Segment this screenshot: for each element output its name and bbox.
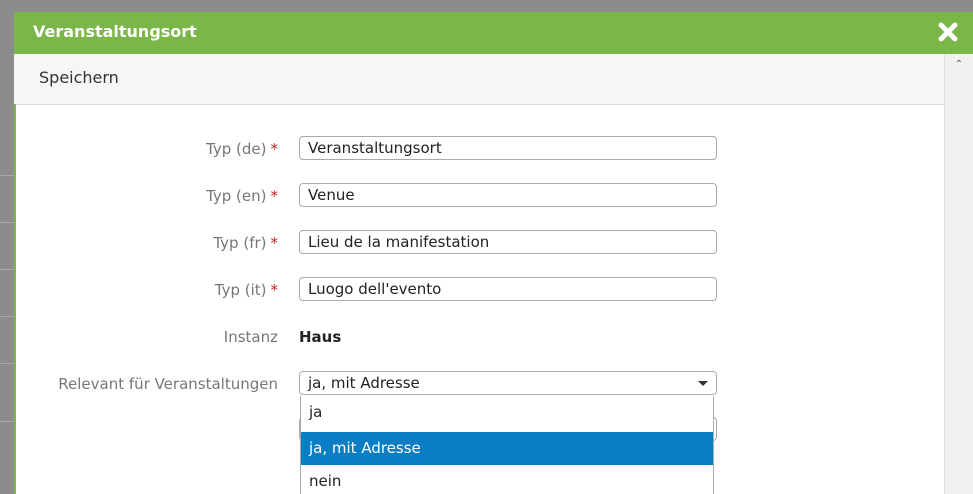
- save-button[interactable]: Speichern: [39, 68, 119, 87]
- required-marker: *: [270, 187, 279, 205]
- type-it-label: Typ (it) *: [214, 281, 279, 299]
- type-de-input[interactable]: Veranstaltungsort: [299, 136, 717, 160]
- dropdown-option-selected[interactable]: ja, mit Adresse: [301, 432, 713, 465]
- relevant-select[interactable]: ja, mit Adresse: [299, 371, 717, 395]
- dropdown-arrow-icon: [698, 381, 708, 386]
- relevant-dropdown-list: ja ja, mit Adresse nein: [300, 396, 714, 494]
- required-marker: *: [270, 281, 279, 299]
- form-row-type-de: Typ (de) * Veranstaltungsort: [14, 136, 945, 162]
- dialog-toolbar: Speichern: [14, 54, 945, 105]
- dialog-title: Veranstaltungsort: [33, 22, 197, 41]
- venue-dialog: Veranstaltungsort Speichern ⌃ Typ (de) * …: [14, 12, 973, 494]
- dropdown-option[interactable]: nein: [301, 465, 713, 494]
- instance-value: Haus: [299, 328, 342, 346]
- form-row-relevant: Relevant für Veranstaltungen ja, mit Adr…: [14, 371, 945, 397]
- type-fr-label: Typ (fr) *: [213, 234, 278, 252]
- type-it-input[interactable]: Luogo dell'evento: [299, 277, 717, 301]
- type-de-label: Typ (de) *: [206, 140, 278, 158]
- dialog-titlebar: Veranstaltungsort: [14, 12, 973, 54]
- instance-label: Instanz: [223, 328, 278, 346]
- required-marker: *: [270, 234, 279, 252]
- type-fr-input[interactable]: Lieu de la manifestation: [299, 230, 717, 254]
- relevant-label: Relevant für Veranstaltungen: [58, 375, 278, 393]
- form-row-type-fr: Typ (fr) * Lieu de la manifestation: [14, 230, 945, 256]
- form-row-instance: Instanz Haus: [14, 324, 945, 350]
- form-row-type-en: Typ (en) * Venue: [14, 183, 945, 209]
- type-en-input[interactable]: Venue: [299, 183, 717, 207]
- close-button[interactable]: [937, 20, 959, 44]
- form-row-type-it: Typ (it) * Luogo dell'evento: [14, 277, 945, 303]
- dropdown-option[interactable]: ja: [301, 396, 713, 429]
- scroll-up-icon[interactable]: ⌃: [953, 60, 965, 70]
- required-marker: *: [270, 140, 279, 158]
- close-x-icon: [938, 22, 958, 42]
- vertical-scrollbar[interactable]: ⌃: [944, 54, 973, 494]
- type-en-label: Typ (en) *: [206, 187, 278, 205]
- relevant-select-value: ja, mit Adresse: [308, 374, 420, 392]
